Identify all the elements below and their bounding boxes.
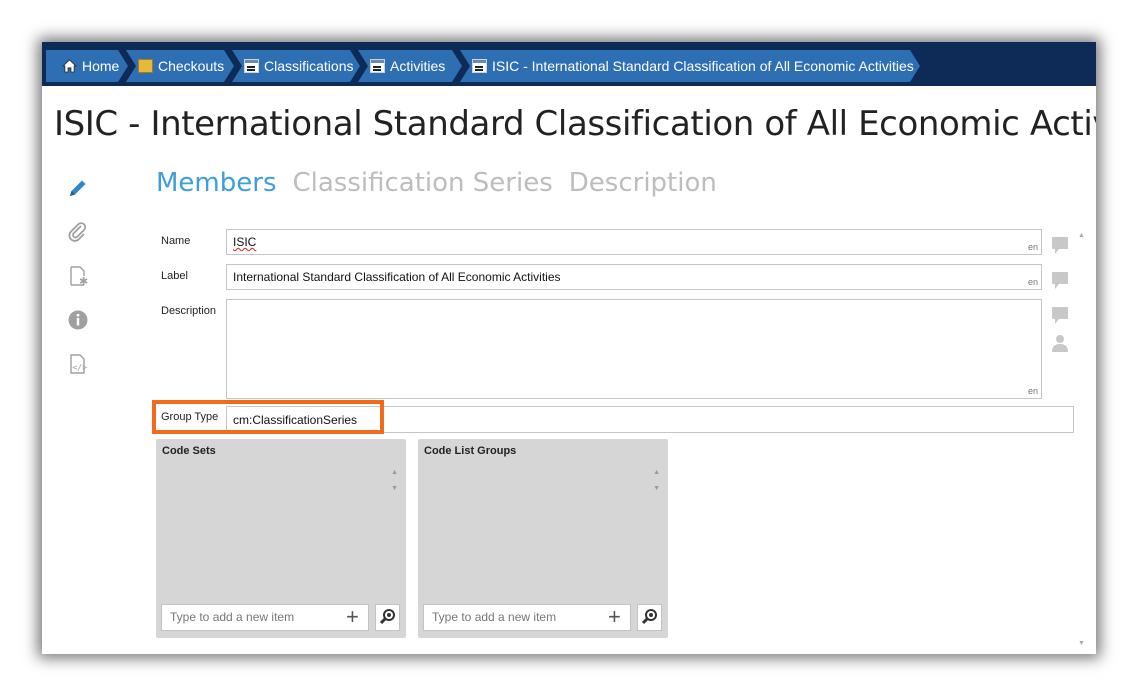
group-type-label: Group Type [161, 411, 219, 423]
breadcrumb-label: ISIC - International Standard Classifica… [492, 58, 914, 74]
breadcrumb-activities[interactable]: Activities [358, 50, 462, 82]
info-circle-icon [68, 310, 88, 330]
scroll-up-arrow-icon[interactable]: ▲ [391, 469, 398, 476]
label-label: Label [161, 270, 188, 282]
document-gear-icon: ✱ [70, 266, 88, 287]
edit-pencil-icon[interactable] [66, 176, 90, 200]
name-field[interactable]: ISIC en [226, 229, 1042, 255]
breadcrumb-label: Classifications [264, 58, 354, 74]
breadcrumb-label: Checkouts [158, 58, 225, 74]
plus-icon[interactable]: + [346, 606, 359, 628]
folder-icon [138, 59, 153, 73]
search-icon [641, 609, 657, 625]
page-title: ISIC - International Standard Classifica… [54, 104, 1096, 144]
document-icon [244, 59, 259, 73]
tab-members[interactable]: Members [156, 168, 277, 198]
name-lang: en [1027, 242, 1038, 252]
breadcrumb-label: Home [82, 58, 120, 74]
code-sets-title: Code Sets [162, 445, 216, 457]
search-button[interactable] [375, 604, 400, 631]
code-sets-panel: Code Sets ▲ ▼ Type to add a new item + [156, 439, 406, 638]
xml-source-icon[interactable]: </> [66, 352, 90, 376]
home-icon [62, 59, 77, 73]
svg-text:✱: ✱ [79, 275, 88, 287]
app-window: Home Checkouts Classifications Activitie… [42, 42, 1096, 654]
comment-icon[interactable] [1052, 272, 1068, 289]
description-field[interactable]: en [226, 299, 1042, 399]
label-value: International Standard Classification of… [233, 270, 561, 284]
tab-classification-series[interactable]: Classification Series [293, 168, 553, 198]
label-lang: en [1027, 277, 1038, 287]
search-button[interactable] [637, 604, 662, 631]
breadcrumb-isic[interactable]: ISIC - International Standard Classifica… [460, 50, 920, 82]
document-icon [370, 59, 385, 73]
code-list-groups-add-input[interactable]: Type to add a new item [423, 604, 631, 631]
scroll-down-arrow-icon[interactable]: ▼ [391, 485, 398, 492]
breadcrumb-label: Activities [390, 58, 446, 74]
breadcrumb-home[interactable]: Home [46, 50, 128, 82]
document-settings-icon[interactable]: ✱ [66, 264, 90, 288]
svg-text:</>: </> [73, 363, 88, 372]
comment-icon[interactable] [1052, 237, 1068, 254]
scroll-up-arrow-icon[interactable]: ▲ [653, 469, 660, 476]
code-list-groups-title: Code List Groups [424, 445, 517, 457]
pencil-icon [70, 180, 86, 196]
scroll-up-arrow-icon[interactable]: ▲ [1078, 232, 1085, 239]
code-document-icon: </> [70, 354, 88, 374]
breadcrumb-classifications[interactable]: Classifications [232, 50, 360, 82]
scroll-down-arrow-icon[interactable]: ▼ [1078, 640, 1085, 647]
scroll-down-arrow-icon[interactable]: ▼ [653, 485, 660, 492]
code-list-groups-panel: Code List Groups ▲ ▼ Type to add a new i… [418, 439, 668, 638]
tab-description[interactable]: Description [569, 168, 717, 198]
code-sets-add-input[interactable]: Type to add a new item [161, 604, 369, 631]
description-lang: en [1027, 386, 1038, 396]
label-field[interactable]: International Standard Classification of… [226, 264, 1042, 290]
breadcrumb: Home Checkouts Classifications Activitie… [42, 42, 1096, 86]
description-label: Description [161, 305, 217, 317]
breadcrumb-checkouts[interactable]: Checkouts [126, 50, 234, 82]
user-icon[interactable] [1051, 334, 1069, 352]
name-value: ISIC [233, 235, 257, 249]
paperclip-icon [68, 222, 87, 242]
search-icon [379, 609, 395, 625]
plus-icon[interactable]: + [608, 606, 621, 628]
document-icon [472, 59, 487, 73]
attachment-icon[interactable] [66, 220, 90, 244]
info-icon[interactable] [66, 308, 90, 332]
comment-icon[interactable] [1052, 307, 1068, 324]
name-label: Name [161, 235, 191, 247]
tab-bar: Members Classification Series Descriptio… [156, 168, 717, 198]
